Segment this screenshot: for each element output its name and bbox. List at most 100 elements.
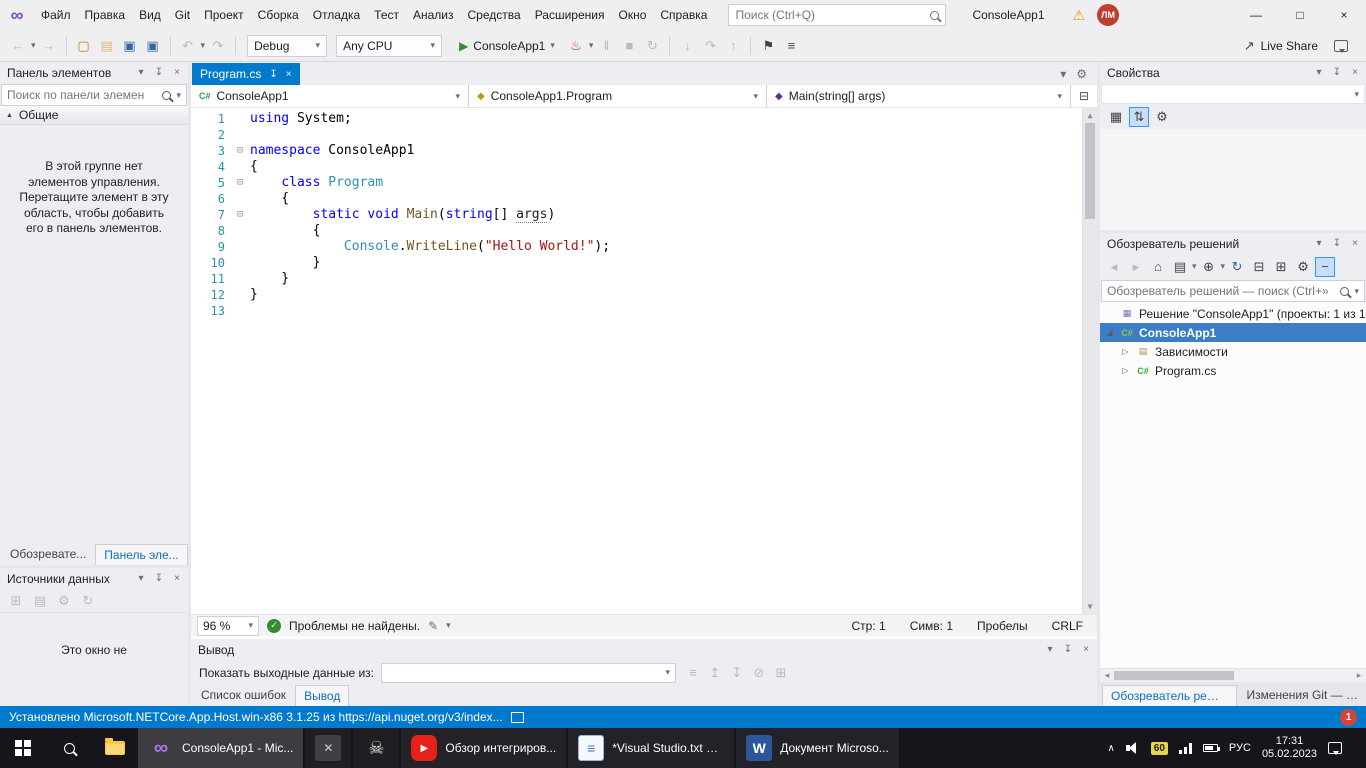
pencil-icon[interactable]: ✎ (428, 619, 438, 633)
platform-dropdown[interactable]: Any CPU ▾ (336, 35, 442, 57)
dropdown-chevron-icon[interactable]: ▾ (201, 40, 206, 51)
navigate-forward-icon[interactable]: → (39, 36, 59, 56)
member-dropdown[interactable]: ◆ Main(string[] args) ▾ (767, 85, 1071, 107)
user-avatar[interactable]: ЛМ (1097, 4, 1119, 26)
outline-icon[interactable]: ≡ (781, 36, 801, 56)
start-debugging-button[interactable]: ▶ ConsoleApp1 ▾ (451, 34, 563, 58)
close-icon[interactable]: × (1078, 644, 1094, 655)
chevron-down-icon[interactable]: ▾ (446, 620, 451, 631)
zoom-selector[interactable]: 96 % ▾ (197, 616, 259, 636)
show-all-files-icon[interactable]: ⊞ (1271, 257, 1291, 277)
property-pages-icon[interactable]: ⚙ (1152, 107, 1172, 127)
line-number[interactable]: 7 (191, 207, 237, 223)
step-over-icon[interactable]: ↷ (700, 36, 720, 56)
menu-item[interactable]: Сборка (251, 0, 306, 30)
hot-reload-icon[interactable]: ♨ (566, 36, 586, 56)
scrollbar-thumb[interactable] (1114, 671, 1234, 680)
feedback-icon[interactable] (1334, 40, 1348, 52)
restart-icon[interactable]: ↻ (642, 36, 662, 56)
pending-changes-icon[interactable]: ⊕ (1199, 257, 1219, 277)
scrollbar-thumb[interactable] (1085, 123, 1095, 219)
tab-program-cs[interactable]: Program.cs ↧ × (192, 63, 300, 85)
line-number[interactable]: 1 (191, 111, 237, 127)
type-dropdown[interactable]: ◆ ConsoleApp1.Program ▾ (469, 85, 767, 107)
taskbar-app-visual-studio[interactable]: ∞ConsoleApp1 - Mic... (138, 728, 303, 768)
edit-data-source-icon[interactable]: ▤ (30, 591, 50, 611)
close-icon[interactable]: × (1347, 238, 1363, 249)
tab-options-gear-icon[interactable]: ⚙ (1076, 67, 1087, 81)
keyboard-language[interactable]: РУС (1229, 742, 1251, 754)
window-position-icon[interactable]: ▾ (1311, 67, 1327, 78)
line-number[interactable]: 9 (191, 239, 237, 255)
code-line[interactable]: 10 } (191, 255, 1082, 271)
taskbar-app-youtube[interactable]: ▶Обзор интегриров... (401, 728, 566, 768)
menu-item[interactable]: Вид (132, 0, 168, 30)
close-button[interactable]: × (1322, 0, 1366, 30)
line-number[interactable]: 10 (191, 255, 237, 271)
speaker-icon[interactable] (1126, 742, 1140, 754)
save-all-icon[interactable]: ▣ (143, 36, 163, 56)
dropdown-chevron-icon[interactable]: ▾ (589, 40, 594, 51)
vertical-scrollbar[interactable]: ▲ ▼ (1082, 108, 1097, 614)
tree-item[interactable]: ◢C#ConsoleApp1 (1100, 323, 1366, 342)
forward-icon[interactable]: ▸ (1126, 257, 1146, 277)
configure-data-source-icon[interactable]: ⚙ (54, 591, 74, 611)
dock-tab[interactable]: Обозревате... (2, 544, 94, 565)
dock-tab[interactable]: Вывод (295, 685, 349, 706)
scroll-up-icon[interactable]: ▲ (1083, 108, 1097, 123)
line-number[interactable]: 13 (191, 303, 237, 319)
code-line[interactable]: 8 { (191, 223, 1082, 239)
quick-search-box[interactable]: Поиск (Ctrl+Q) (728, 4, 946, 26)
word-wrap-icon[interactable]: ⊞ (771, 663, 791, 683)
back-icon[interactable]: ◂ (1104, 257, 1124, 277)
taskbar-app-word[interactable]: WДокумент Microso... (736, 728, 899, 768)
scrollbar-track[interactable] (1114, 669, 1352, 682)
find-message-icon[interactable]: ≡ (683, 663, 703, 683)
data-sources-panel-header[interactable]: Источники данных ▾ ↧ × (0, 568, 188, 589)
taskbar-search-button[interactable] (46, 728, 92, 768)
scroll-left-icon[interactable]: ◂ (1100, 670, 1114, 681)
line-ending-mode[interactable]: CRLF (1052, 619, 1083, 633)
pin-icon[interactable]: ↧ (269, 69, 277, 80)
menu-item[interactable]: Окно (611, 0, 653, 30)
output-panel-header[interactable]: Вывод ▾ ↧ × (191, 639, 1097, 660)
close-icon[interactable]: × (286, 69, 292, 80)
tab-list-chevron-icon[interactable]: ▾ (1060, 67, 1066, 81)
minimize-button[interactable]: — (1234, 0, 1278, 30)
dropdown-chevron-icon[interactable]: ▾ (1192, 261, 1197, 272)
solution-explorer-header[interactable]: Обозреватель решений ▾ ↧ × (1100, 233, 1366, 254)
auto-hide-pin-icon[interactable]: ↧ (1060, 644, 1076, 655)
solution-horizontal-scrollbar[interactable]: ◂ ▸ (1100, 668, 1366, 682)
code-line[interactable]: 4{ (191, 159, 1082, 175)
refresh-icon[interactable]: ↻ (1227, 257, 1247, 277)
properties-object-dropdown[interactable]: ▾ (1101, 84, 1365, 104)
tree-expand-arrow-icon[interactable]: ▷ (1120, 347, 1131, 356)
action-center-icon[interactable] (1328, 742, 1342, 754)
alphabetical-icon[interactable]: ⇅ (1129, 107, 1149, 127)
dock-tab[interactable]: Обозреватель реше... (1102, 685, 1237, 706)
tree-item[interactable]: ▷▤Зависимости (1100, 342, 1366, 361)
step-into-icon[interactable]: ↓ (677, 36, 697, 56)
window-position-icon[interactable]: ▾ (133, 67, 149, 78)
menu-item[interactable]: Git (168, 0, 197, 30)
notifications-warning-icon[interactable]: ⚠ (1073, 7, 1086, 24)
maximize-button[interactable]: □ (1278, 0, 1322, 30)
window-position-icon[interactable]: ▾ (1042, 644, 1058, 655)
line-number[interactable]: 8 (191, 223, 237, 239)
project-dropdown[interactable]: C# ConsoleApp1 ▾ (191, 85, 469, 107)
code-editor[interactable]: 1using System;23⊟namespace ConsoleApp14{… (191, 108, 1097, 614)
home-icon[interactable]: ⌂ (1148, 257, 1168, 277)
goto-next-message-icon[interactable]: ↧ (727, 663, 747, 683)
line-number[interactable]: 4 (191, 159, 237, 175)
live-share-button[interactable]: ↗ Live Share (1244, 38, 1358, 54)
bookmark-icon[interactable]: ⚑ (758, 36, 778, 56)
output-source-dropdown[interactable]: ▾ (381, 663, 676, 683)
tree-expand-arrow-icon[interactable]: ▷ (1120, 366, 1131, 375)
window-position-icon[interactable]: ▾ (1311, 238, 1327, 249)
add-data-source-icon[interactable]: ⊞ (6, 591, 26, 611)
step-out-icon[interactable]: ↑ (723, 36, 743, 56)
tree-collapse-arrow-icon[interactable]: ◢ (1104, 328, 1115, 337)
categorized-icon[interactable]: ▦ (1106, 107, 1126, 127)
health-check-icon[interactable]: ✓ (267, 619, 281, 633)
dropdown-chevron-icon[interactable]: ▾ (1221, 261, 1226, 272)
